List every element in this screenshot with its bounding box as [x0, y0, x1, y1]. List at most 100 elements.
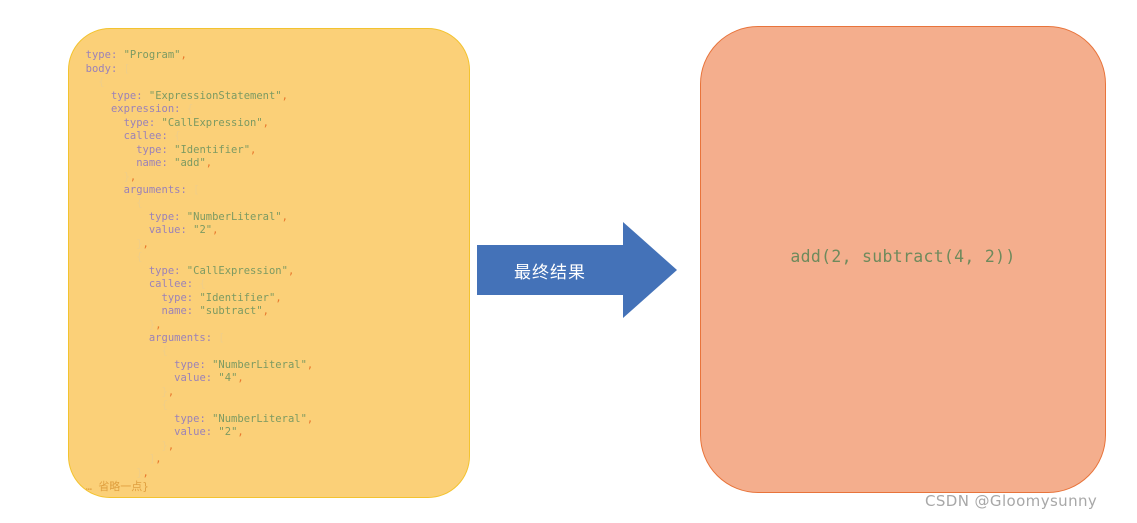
code-token-key: type: [174, 358, 206, 371]
code-line: value: "2", [69, 426, 469, 439]
code-token-comma: , [167, 439, 175, 452]
final-result-arrow: 最终结果 [477, 220, 677, 320]
code-line: { [69, 345, 469, 358]
code-token-key: type: [136, 143, 168, 156]
code-token-comma: , [237, 372, 244, 385]
code-token-comma: , [155, 453, 162, 466]
code-line: { [69, 251, 469, 264]
code-token-comma: , [155, 318, 162, 331]
code-token-key: type: [174, 412, 206, 425]
code-line: { [69, 76, 469, 89]
code-token-omit-cn: 省略一点 [98, 479, 143, 493]
code-token-str: "ExpressionStatement" [148, 89, 282, 102]
code-token-comma: , [205, 157, 213, 170]
code-token-comma: , [262, 305, 269, 318]
code-line: type: "NumberLiteral", [69, 359, 469, 372]
code-token-key: value: [174, 426, 213, 439]
code-token-key: arguments: [123, 183, 187, 196]
code-token-punct: { [161, 399, 168, 412]
code-token-key: type: [148, 210, 181, 223]
code-line: type: "NumberLiteral", [69, 413, 469, 426]
code-token-comma: , [237, 426, 244, 439]
code-token-key: arguments: [148, 331, 213, 344]
code-line: type: "Identifier", [69, 144, 469, 157]
result-panel: add(2, subtract(4, 2)) [700, 26, 1106, 493]
code-line: }, [69, 467, 469, 480]
code-line: type: "NumberLiteral", [69, 211, 469, 224]
code-token-comma: , [275, 291, 282, 304]
code-line: { [69, 399, 469, 412]
code-line: { [69, 36, 469, 49]
code-line: arguments: [ [69, 184, 469, 197]
code-token-punct: { [136, 251, 143, 264]
code-token-str: "Program" [123, 49, 181, 62]
code-token-omit: … [85, 480, 99, 493]
code-line: type: "Identifier", [69, 292, 469, 305]
code-line: ], [69, 453, 469, 466]
code-line: }, [69, 319, 469, 332]
code-token-comma: , [129, 170, 137, 183]
code-token-str: "CallExpression" [161, 116, 263, 129]
code-token-punct: { [98, 76, 105, 89]
result-expression-text: add(2, subtract(4, 2)) [790, 247, 1016, 266]
code-token-key: callee: [148, 278, 194, 291]
code-token-key: name: [161, 305, 194, 318]
code-token-key: value: [148, 224, 187, 237]
code-line: type: "CallExpression", [69, 117, 469, 130]
code-line: value: "2", [69, 224, 469, 237]
code-token-str: "NumberLiteral" [186, 210, 282, 223]
watermark-text: CSDN @Gloomysunny [925, 492, 1098, 510]
code-token-punct: { [136, 197, 143, 210]
code-token-comma: , [306, 358, 314, 371]
code-token-key: type: [161, 291, 194, 304]
code-token-comma: , [287, 264, 295, 277]
right-block-arrow-icon [477, 222, 677, 318]
code-line: }, [69, 171, 469, 184]
code-token-str: "Identifier" [199, 291, 276, 304]
code-token-comma: , [306, 412, 314, 425]
code-token-key: type: [110, 89, 143, 102]
code-line: callee: { [69, 130, 469, 143]
code-token-str: "NumberLiteral" [212, 412, 307, 425]
code-token-str: "4" [218, 372, 238, 385]
code-token-punct: { [174, 130, 181, 143]
code-line: body: [ [69, 63, 469, 76]
ast-code-block: { type: "Program", body: [ { type: "Expr… [69, 36, 469, 494]
code-token-key: name: [136, 157, 168, 170]
code-token-comma: , [212, 224, 219, 237]
code-token-comma: , [167, 385, 175, 398]
code-line: callee: { [69, 278, 469, 291]
code-token-str: "CallExpression" [186, 264, 288, 277]
code-token-punct: [ [123, 62, 130, 75]
code-line: { [69, 197, 469, 210]
code-line: }, [69, 386, 469, 399]
code-token-comma: , [281, 210, 288, 223]
code-line: … 省略一点} [69, 480, 469, 494]
code-token-str: "subtract" [199, 305, 263, 318]
code-line: type: "Program", [69, 49, 469, 62]
code-token-comma: , [262, 116, 269, 129]
code-token-str: "Identifier" [174, 143, 251, 156]
code-token-str: "NumberLiteral" [212, 358, 307, 371]
code-line: expression: { [69, 103, 469, 116]
code-line: }, [69, 238, 469, 251]
code-token-str: "2" [193, 224, 213, 237]
code-token-punct: { [199, 278, 206, 291]
code-token-key: type: [85, 49, 118, 62]
code-token-key: type: [123, 116, 156, 129]
code-token-str: "2" [218, 426, 238, 439]
code-line: type: "CallExpression", [69, 265, 469, 278]
ast-json-panel: { type: "Program", body: [ { type: "Expr… [68, 28, 470, 498]
code-token-punct: { [161, 345, 168, 358]
code-token-omit: } [142, 480, 149, 493]
code-token-key: callee: [123, 130, 168, 143]
code-token-key: type: [148, 264, 181, 277]
code-token-comma: , [250, 143, 257, 156]
code-token-comma: , [180, 49, 187, 62]
code-line: }, [69, 440, 469, 453]
code-token-key: body: [85, 62, 118, 75]
code-token-punct: [ [218, 331, 225, 344]
code-token-comma: , [281, 89, 288, 102]
code-line: name: "subtract", [69, 305, 469, 318]
code-token-key: expression: [110, 103, 181, 116]
